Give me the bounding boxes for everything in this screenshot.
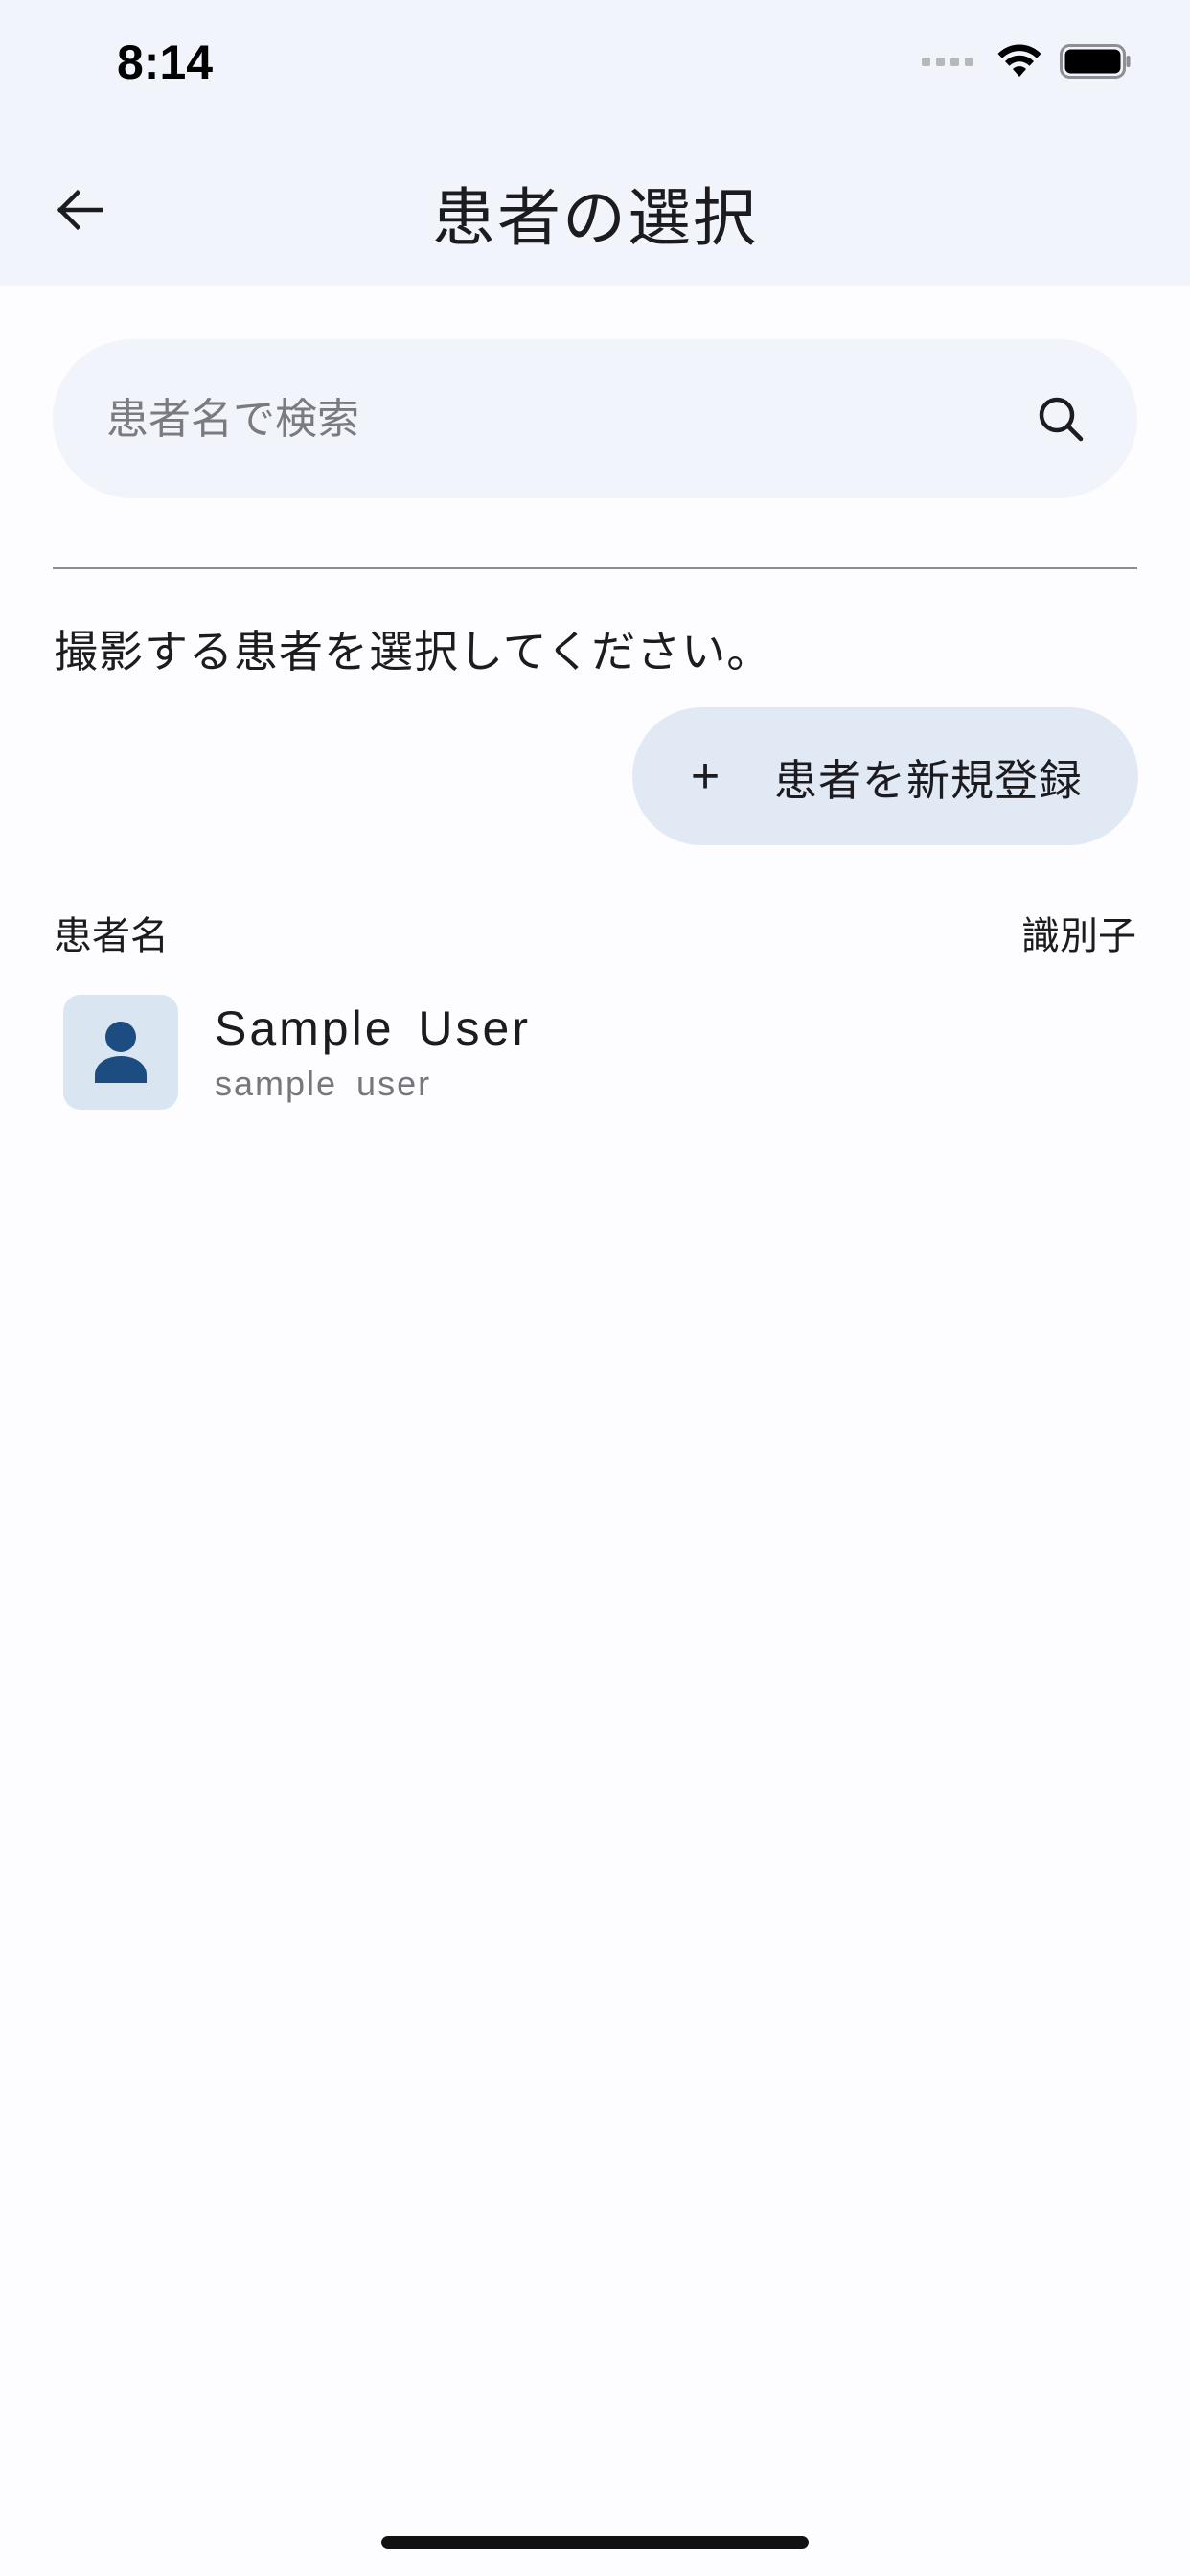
status-icons: [922, 44, 1131, 79]
avatar: [63, 995, 178, 1110]
patient-list-item[interactable]: Sample User sample user: [0, 978, 1190, 1140]
status-time: 8:14: [117, 35, 214, 89]
status-bar: 8:14: [0, 0, 1190, 134]
search-input[interactable]: [106, 394, 1034, 444]
column-header-identifier: 識別子: [1021, 914, 1136, 958]
page-title: 患者の選択: [432, 181, 758, 255]
search-icon[interactable]: [1034, 392, 1087, 446]
register-button-label: 患者を新規登録: [774, 755, 1084, 805]
person-icon: [95, 1022, 147, 1083]
column-header-name: 患者名: [54, 914, 169, 958]
app-bar: 患者の選択: [0, 134, 1190, 286]
plus-icon: +: [690, 748, 721, 804]
battery-icon: [1060, 44, 1131, 79]
patient-name: Sample User: [215, 1001, 531, 1055]
screen: 8:14 患者の選択 患者名で検索 撮影する患者を選択してください。 + 患者を…: [0, 0, 1190, 2576]
wifi-icon: [997, 44, 1041, 77]
instruction-text: 撮影する患者を選択してください。: [54, 626, 772, 678]
divider: [53, 567, 1137, 569]
search-bar[interactable]: [53, 339, 1137, 498]
top-area: 8:14 患者の選択: [0, 0, 1190, 286]
home-indicator[interactable]: [381, 2536, 809, 2549]
register-new-patient-button[interactable]: + 患者を新規登録: [632, 707, 1138, 845]
cellular-signal-icon: [922, 57, 973, 66]
patient-subtitle: sample user: [215, 1064, 432, 1103]
